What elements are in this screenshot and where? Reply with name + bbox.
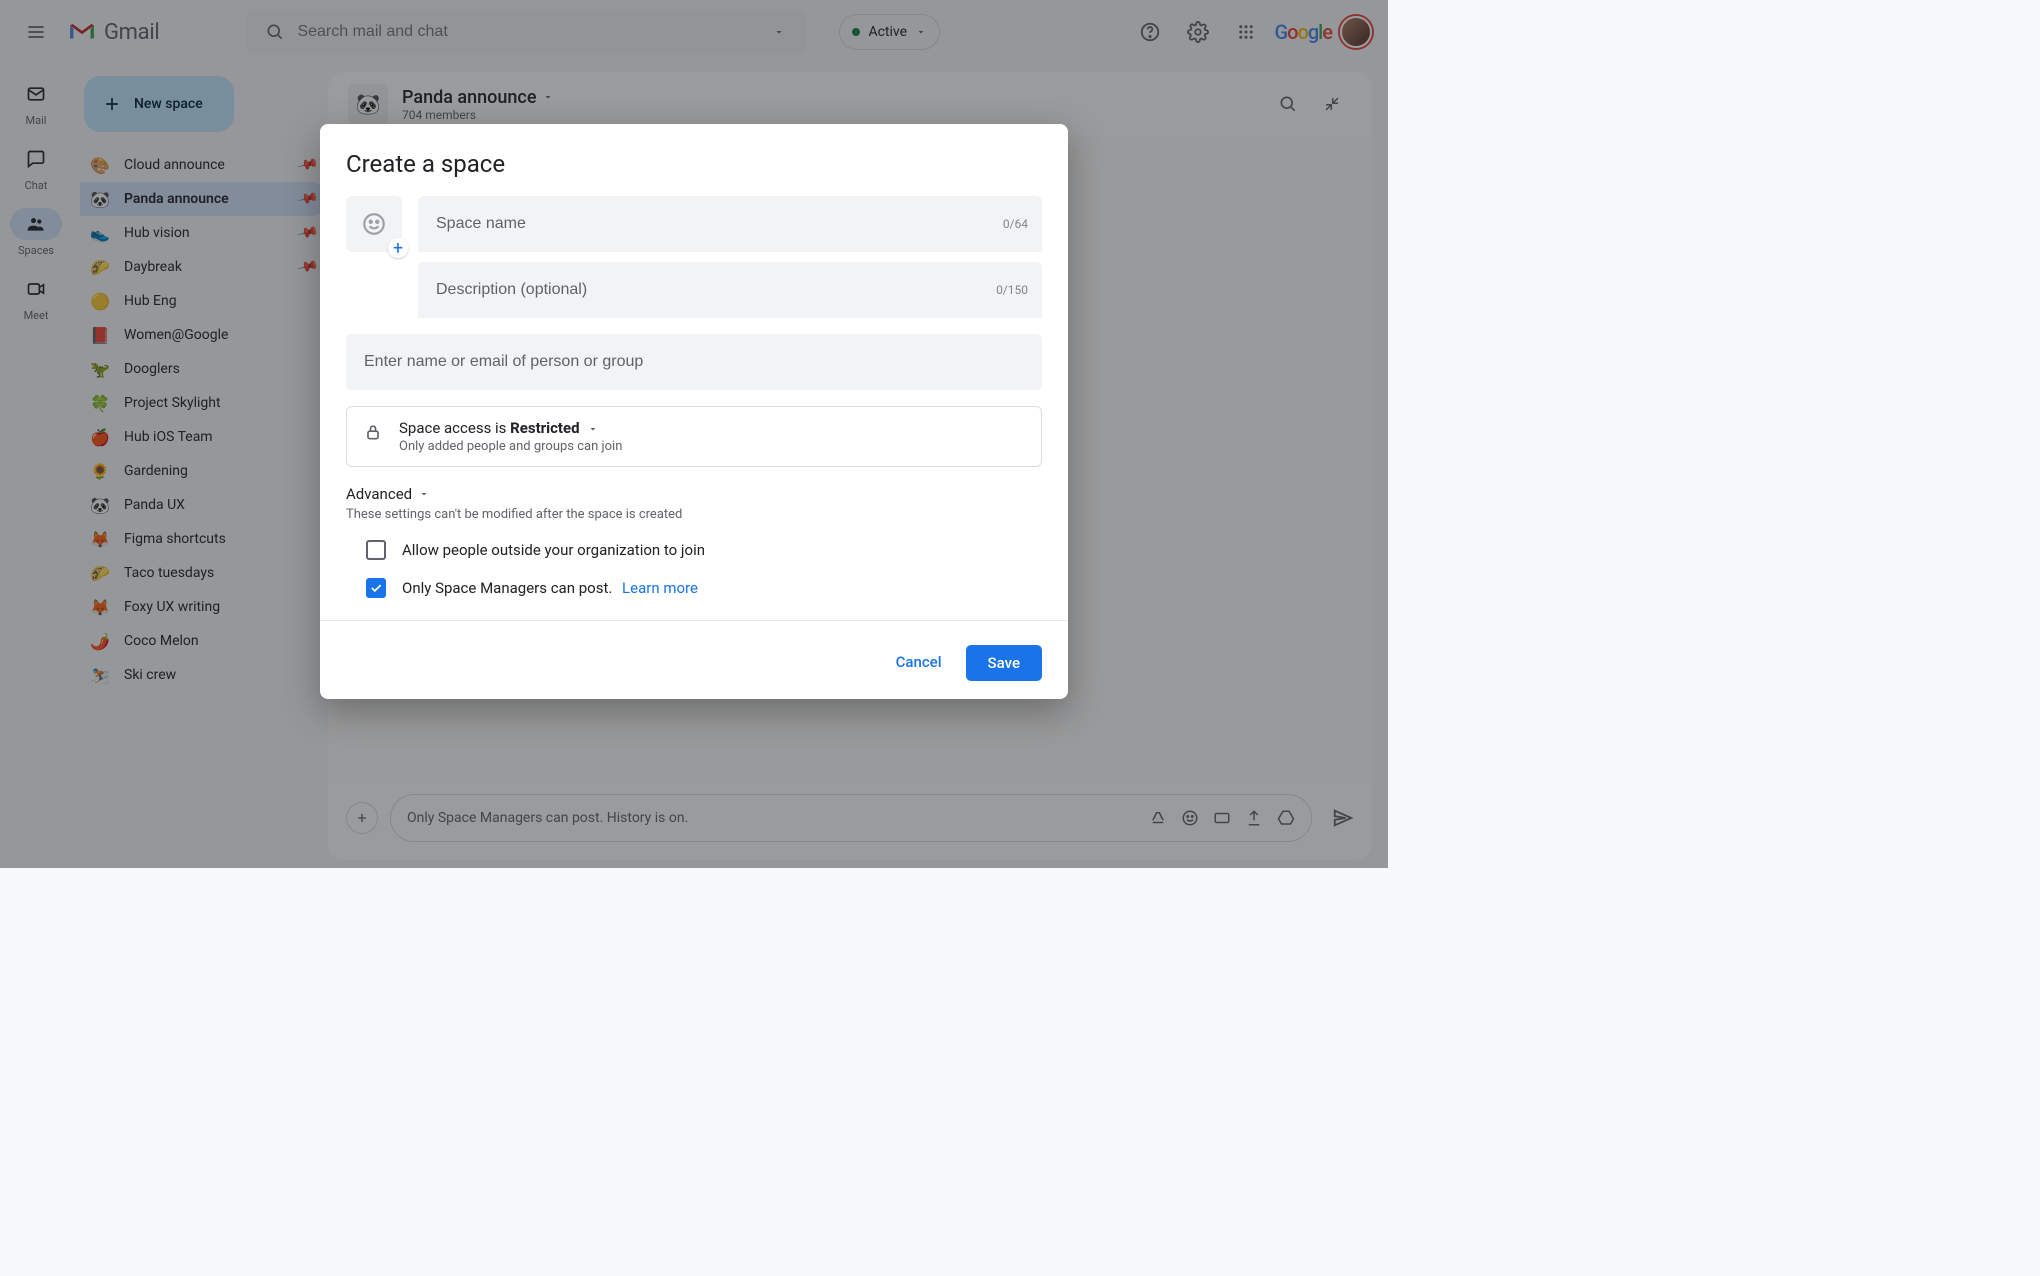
managers-only-checkbox[interactable] — [366, 578, 386, 598]
space-emoji-picker[interactable]: + — [346, 196, 402, 252]
cancel-button[interactable]: Cancel — [880, 645, 958, 681]
space-description-input[interactable] — [418, 262, 1042, 318]
smiley-icon — [361, 211, 387, 237]
external-label: Allow people outside your organization t… — [402, 541, 705, 559]
space-access-selector[interactable]: Space access is Restricted Only added pe… — [346, 406, 1042, 467]
check-icon — [369, 581, 383, 595]
dialog-title: Create a space — [346, 150, 1042, 178]
people-input[interactable] — [346, 334, 1042, 390]
access-title: Space access is Restricted — [399, 419, 1025, 437]
name-counter: 0/64 — [1003, 217, 1028, 231]
chevron-down-icon — [418, 488, 430, 500]
create-space-dialog: Create a space + 0/64 0/150 — [320, 124, 1068, 699]
advanced-toggle[interactable]: Advanced — [346, 485, 1042, 503]
chevron-down-icon — [587, 423, 599, 435]
plus-icon: + — [388, 238, 408, 258]
dialog-scrim: Create a space + 0/64 0/150 — [0, 0, 1388, 868]
desc-counter: 0/150 — [996, 283, 1028, 297]
advanced-note: These settings can't be modified after t… — [346, 507, 1042, 522]
space-name-input[interactable] — [418, 196, 1042, 252]
save-button[interactable]: Save — [966, 645, 1042, 681]
lock-icon — [363, 422, 383, 442]
access-subtitle: Only added people and groups can join — [399, 439, 1025, 454]
learn-more-link[interactable]: Learn more — [622, 579, 698, 597]
external-checkbox[interactable] — [366, 540, 386, 560]
managers-label: Only Space Managers can post. — [402, 579, 612, 597]
